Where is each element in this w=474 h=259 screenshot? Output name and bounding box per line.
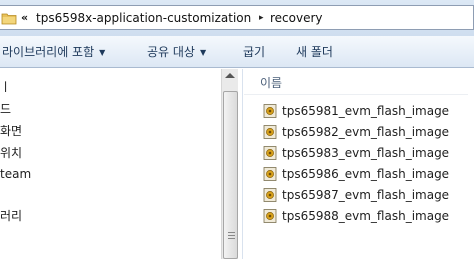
breadcrumb-parent-folder[interactable]: tps6598x-application-customization [36,10,251,26]
flash-image-file-icon [263,188,277,202]
new-folder-button[interactable]: 새 폴더 [296,44,333,60]
address-overflow-chevron[interactable]: « [21,10,28,26]
file-item[interactable]: tps65983_evm_flash_image [262,143,462,163]
dropdown-arrow-icon: ▼ [99,48,106,57]
file-item[interactable]: tps65981_evm_flash_image [262,101,462,121]
nav-item[interactable]: 화면 [0,122,22,140]
command-toolbar: 라이브러리에 포함 ▼ 공유 대상 ▼ 굽기 새 폴더 [0,36,474,68]
breadcrumb-current-folder[interactable]: recovery [270,10,323,26]
folder-icon [1,13,17,25]
address-bar: « tps6598x-application-customization ▸ r… [0,0,474,36]
file-item[interactable]: tps65988_evm_flash_image [262,206,462,226]
new-folder-label: 새 폴더 [296,45,333,59]
nav-item[interactable]: 드 [0,100,11,118]
file-name: tps65983_evm_flash_image [282,146,450,160]
file-name: tps65981_evm_flash_image [282,104,450,118]
file-name: tps65986_evm_flash_image [282,167,450,181]
address-box[interactable]: « tps6598x-application-customization ▸ r… [0,5,474,30]
navigation-scrollbar[interactable] [221,69,238,259]
share-with-button[interactable]: 공유 대상 ▼ [147,44,206,60]
navigation-pane: ㅣ 드 화면 위치 team 러리 [0,69,221,259]
grip-line [228,238,235,239]
scroll-thumb[interactable] [223,91,238,259]
share-with-label: 공유 대상 [147,45,195,59]
file-item[interactable]: tps65986_evm_flash_image [262,164,462,184]
nav-item[interactable]: 러리 [0,207,22,225]
flash-image-file-icon [263,146,277,160]
pane-splitter[interactable] [238,69,243,259]
explorer-window: « tps6598x-application-customization ▸ r… [0,0,474,259]
flash-image-file-icon [263,167,277,181]
file-item[interactable]: tps65982_evm_flash_image [262,122,462,142]
dropdown-arrow-icon: ▼ [199,48,207,57]
include-in-library-button[interactable]: 라이브러리에 포함 ▼ [2,44,105,60]
include-in-library-label: 라이브러리에 포함 [2,45,95,59]
file-name: tps65987_evm_flash_image [282,188,450,202]
file-name: tps65988_evm_flash_image [282,209,450,223]
file-name: tps65982_evm_flash_image [282,125,450,139]
column-header-name[interactable]: 이름 [260,75,282,91]
nav-item[interactable]: 위치 [0,144,22,162]
breadcrumb-separator-icon[interactable]: ▸ [259,10,264,26]
flash-image-file-icon [263,104,277,118]
file-list: 이름 tps65981_evm_flash_image tps65982_evm… [244,69,474,259]
nav-item[interactable]: team [0,165,31,183]
scroll-up-icon[interactable] [225,73,235,78]
burn-label: 굽기 [243,45,266,59]
nav-item[interactable]: ㅣ [0,78,11,96]
flash-image-file-icon [263,209,277,223]
grip-line [228,232,235,233]
grip-line [228,235,235,236]
file-list-scrollbar-edge[interactable] [468,69,474,259]
flash-image-file-icon [263,125,277,139]
column-header-row: 이름 [244,69,474,95]
burn-button[interactable]: 굽기 [243,44,265,60]
file-item[interactable]: tps65987_evm_flash_image [262,185,462,205]
